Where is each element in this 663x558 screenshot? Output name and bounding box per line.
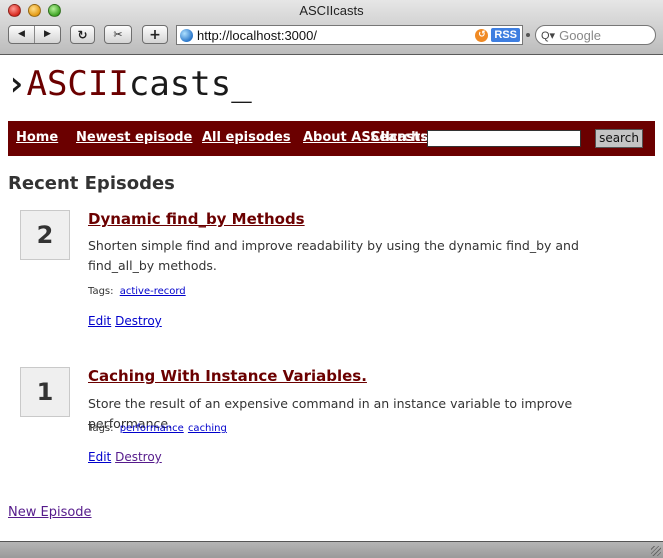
episode-actions: Edit Destroy <box>88 314 162 328</box>
globe-icon <box>180 28 193 42</box>
rss-button[interactable]: RSS <box>491 28 520 42</box>
page-title: Recent Episodes <box>8 173 175 194</box>
logo-ascii: ASCII <box>26 64 129 104</box>
nav-home[interactable]: Home <box>16 130 58 145</box>
resize-grip-icon[interactable] <box>651 546 661 556</box>
search-label: Search: <box>370 130 426 145</box>
tags-label: Tags: <box>88 286 114 297</box>
forward-button[interactable]: ▶ <box>34 26 60 43</box>
add-bookmark-button[interactable]: + <box>142 25 168 44</box>
search-button[interactable]: search <box>595 129 643 148</box>
back-button[interactable]: ◀ <box>9 26 34 43</box>
edit-link[interactable]: Edit <box>88 450 111 464</box>
snapback-icon[interactable]: ↺ <box>475 28 489 42</box>
episode-description: Shorten simple find and improve readabil… <box>88 238 579 273</box>
episode-title-link[interactable]: Dynamic find_by Methods <box>88 210 305 228</box>
web-clip-button[interactable]: ✂ <box>104 25 132 44</box>
address-bar[interactable]: http://localhost:3000/ ↺ RSS <box>176 25 523 45</box>
nav-all-episodes[interactable]: All episodes <box>202 130 291 145</box>
tags-label: Tags: <box>88 423 114 434</box>
logo-cursor: _ <box>231 64 252 104</box>
episode-title-link[interactable]: Caching With Instance Variables. <box>88 367 367 385</box>
logo-prompt: › <box>6 64 27 104</box>
episode-tags: Tags: active-record <box>88 286 186 297</box>
browser-search-field[interactable]: Q▾ Google <box>535 25 656 45</box>
reload-icon: ↻ <box>77 27 88 42</box>
site-navbar: Home Newest episode All episodes About A… <box>8 121 655 156</box>
url-text[interactable]: http://localhost:3000/ <box>197 28 475 43</box>
episode-number: 1 <box>20 367 70 417</box>
tag-link[interactable]: caching <box>188 423 227 434</box>
back-forward-buttons: ◀ ▶ <box>8 25 61 44</box>
destroy-link[interactable]: Destroy <box>115 450 162 464</box>
destroy-link[interactable]: Destroy <box>115 314 162 328</box>
reload-button[interactable]: ↻ <box>70 25 95 44</box>
edit-link[interactable]: Edit <box>88 314 111 328</box>
search-icon[interactable]: Q▾ <box>541 29 555 42</box>
toolbar-splitter[interactable] <box>526 33 530 37</box>
new-episode-link[interactable]: New Episode <box>8 505 92 520</box>
window-title: ASCIIcasts <box>299 3 364 18</box>
tag-link[interactable]: active-record <box>120 286 186 297</box>
nav-newest-episode[interactable]: Newest episode <box>76 130 192 145</box>
tag-link[interactable]: performance <box>120 423 184 434</box>
site-search-input[interactable] <box>427 130 581 147</box>
scissors-icon: ✂ <box>113 28 123 41</box>
status-bar <box>0 541 663 558</box>
browser-toolbar: ASCIIcasts ◀ ▶ ↻ ✂ + http://localhost:30… <box>0 0 663 55</box>
logo-casts: casts <box>128 64 232 104</box>
plus-icon: + <box>149 26 161 43</box>
site-logo[interactable]: ›ASCIIcasts_ <box>6 64 252 104</box>
episode-tags: Tags: performance caching <box>88 423 227 434</box>
episode-actions: Edit Destroy <box>88 450 162 464</box>
episode-number: 2 <box>20 210 70 260</box>
browser-search-placeholder: Google <box>559 27 601 43</box>
